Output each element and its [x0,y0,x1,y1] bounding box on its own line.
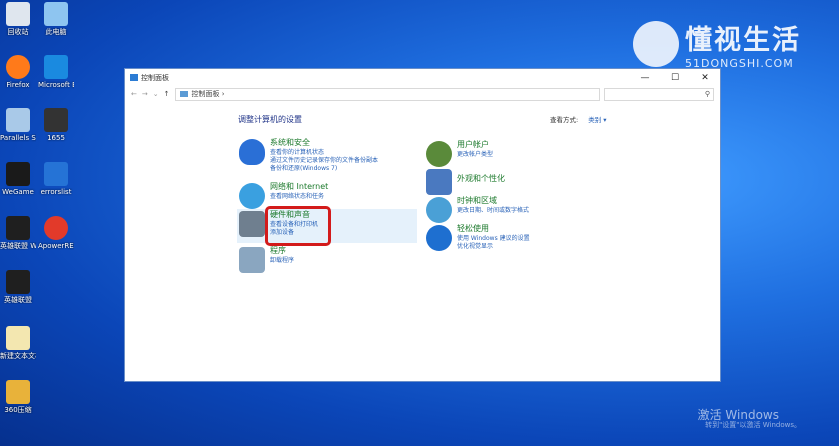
category-appearance[interactable]: 外观和个性化 [426,169,505,195]
search-input[interactable]: ⚲ [604,87,714,101]
clock-icon [426,197,452,223]
record-icon [44,216,68,240]
forward-button[interactable]: → [142,90,148,98]
category-title[interactable]: 时钟和区域 [457,197,529,205]
recent-locations-button[interactable]: ⌄ [153,90,159,98]
desktop-icon-label: ApowerREC [38,242,74,250]
desktop-icon-this-pc[interactable]: 此电脑 [38,2,74,36]
file-icon [44,108,68,132]
breadcrumb[interactable]: 控制面板 › [192,89,225,99]
recycle-bin-icon [6,2,30,26]
view-by-label: 查看方式: [550,116,579,124]
address-box[interactable]: 控制面板 › [174,87,600,101]
category-link[interactable]: 卸载程序 [270,257,294,265]
text-file-icon [6,326,30,350]
back-button[interactable]: ← [131,90,137,98]
category-link[interactable]: 通过文件历史记录保存你的文件备份副本 [270,157,378,165]
close-button[interactable]: ✕ [690,73,720,83]
watermark: 懂视生活 51DONGSHI.COM [633,18,801,70]
category-link[interactable]: 更改帐户类型 [457,151,493,159]
activate-windows-hint: 转到"设置"以激活 Windows。 [705,421,801,429]
accessibility-icon [426,225,452,251]
category-title[interactable]: 系统和安全 [270,139,378,147]
category-title[interactable]: 轻松使用 [457,225,530,233]
maximize-button[interactable]: ☐ [660,73,690,83]
desktop-icon-label: Microsoft Edge [38,81,74,89]
desktop-icon-firefox[interactable]: Firefox [0,55,36,89]
desktop-icon-label: 英雄联盟 [4,296,32,304]
desktop-icon-apowerrec[interactable]: ApowerREC [38,216,74,250]
desktop-icon-label: 英雄联盟 WeGame版 [0,242,36,250]
desktop-icon-label: 360压缩 [4,406,32,414]
category-title[interactable]: 外观和个性化 [457,175,505,183]
category-link[interactable]: 使用 Windows 建议的设置 [457,235,530,243]
view-by: 查看方式: 类别 ▾ [550,114,607,124]
category-system-security[interactable]: 系统和安全 查看你的计算机状态 通过文件历史记录保存你的文件备份副本 备份和还原… [239,139,378,173]
desktop-icon-recycle-bin[interactable]: 回收站 [0,2,36,36]
printer-icon [239,211,265,237]
desktop-icon-label: 此电脑 [45,28,67,36]
category-clock-region[interactable]: 时钟和区域 更改日期、时间或数字格式 [426,197,529,223]
red-highlight-box [265,206,331,246]
search-icon: ⚲ [704,89,710,98]
firefox-icon [6,55,30,79]
desktop-icon-parallels[interactable]: Parallels Share [0,108,36,142]
folder-icon [6,108,30,132]
programs-icon [239,247,265,273]
category-link[interactable]: 备份和还原(Windows 7) [270,165,378,173]
game-icon [6,270,30,294]
globe-icon [239,183,265,209]
desktop-icon-1655[interactable]: 1655 [38,108,74,142]
desktop-icon-lol-wegame[interactable]: 英雄联盟 WeGame版 [0,216,36,250]
category-link[interactable]: 更改日期、时间或数字格式 [457,207,529,215]
watermark-brand: 懂视生活 [685,25,801,56]
users-icon [426,141,452,167]
archive-icon [6,380,30,404]
category-title[interactable]: 用户帐户 [457,141,493,149]
category-user-accounts[interactable]: 用户帐户 更改帐户类型 [426,141,493,167]
desktop-icon-label: errorslist [40,188,72,196]
monitor-icon [426,169,452,195]
desktop-icon-edge[interactable]: Microsoft Edge [38,55,74,89]
computer-icon [44,2,68,26]
up-button[interactable]: ↑ [164,90,170,98]
edge-icon [44,162,68,186]
title-bar: 控制面板 — ☐ ✕ [125,69,720,86]
desktop-icon-errorslist[interactable]: errorslist [38,162,74,196]
category-title[interactable]: 程序 [270,247,294,255]
desktop-icon-wegame[interactable]: WeGame [0,162,36,196]
desktop-icon-label: Parallels Share [0,134,36,142]
desktop-icon-lol[interactable]: 英雄联盟 [0,270,36,304]
category-title[interactable]: 网络和 Internet [270,183,328,191]
desktop-icon-new-text[interactable]: 新建文本文档 [0,326,36,360]
desktop-icon-label: 1655 [47,134,65,142]
desktop-icon-label: Firefox [6,81,30,89]
shield-icon [239,139,265,165]
minimize-button[interactable]: — [630,73,660,83]
game-icon [6,216,30,240]
window-title: 控制面板 [141,73,169,82]
category-link[interactable]: 查看网络状态和任务 [270,193,328,201]
desktop-icon-360zip[interactable]: 360压缩 [0,380,36,414]
category-link[interactable]: 查看你的计算机状态 [270,149,378,157]
control-panel-icon [130,74,138,81]
desktop-icon-label: 回收站 [7,28,29,36]
edge-icon [44,55,68,79]
view-by-dropdown[interactable]: 类别 ▾ [588,116,606,124]
category-programs[interactable]: 程序 卸载程序 [239,247,294,273]
page-title: 调整计算机的设置 [238,115,302,124]
desktop-icon-label: WeGame [2,188,34,196]
brand-logo-icon [633,21,679,67]
category-link[interactable]: 优化视觉显示 [457,243,530,251]
wegame-icon [6,162,30,186]
address-bar-row: ← → ⌄ ↑ 控制面板 › ⚲ [125,86,720,102]
control-panel-folder-icon [179,91,188,97]
control-panel-window: 控制面板 — ☐ ✕ ← → ⌄ ↑ 控制面板 › ⚲ 调整计算机的设置 查看方… [124,68,721,382]
desktop-icon-label: 新建文本文档 [0,352,36,360]
category-ease-of-access[interactable]: 轻松使用 使用 Windows 建议的设置 优化视觉显示 [426,225,530,251]
